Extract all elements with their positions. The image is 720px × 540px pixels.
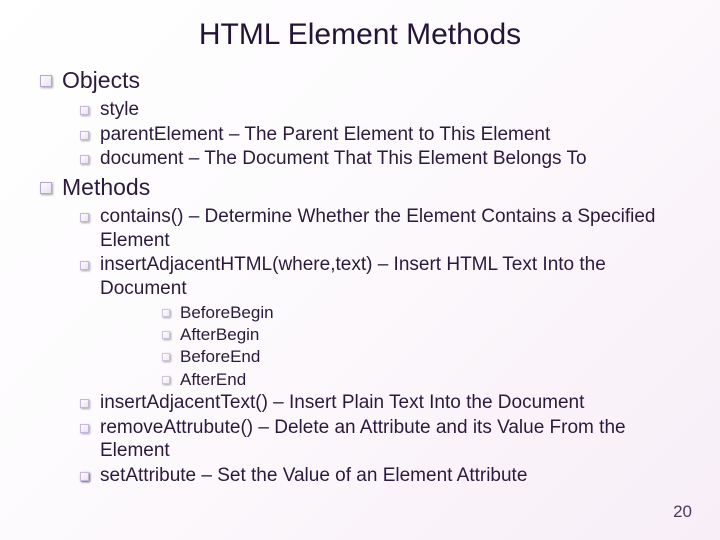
list-item: style bbox=[80, 98, 680, 122]
list-item: contains() – Determine Whether the Eleme… bbox=[80, 205, 680, 253]
list-item: parentElement – The Parent Element to Th… bbox=[80, 123, 680, 147]
section-heading: Methods bbox=[40, 173, 680, 202]
section-heading: Objects bbox=[40, 66, 680, 95]
list-item: BeforeBegin bbox=[162, 302, 680, 323]
outline-root: Objects style parentElement – The Parent… bbox=[40, 66, 680, 488]
page-number: 20 bbox=[673, 502, 692, 522]
methods-list: contains() – Determine Whether the Eleme… bbox=[80, 205, 680, 488]
list-item: AfterEnd bbox=[162, 369, 680, 390]
where-options-list: BeforeBegin AfterBegin BeforeEnd AfterEn… bbox=[162, 302, 680, 390]
list-item: insertAdjacentHTML(where,text) – Insert … bbox=[80, 253, 680, 301]
objects-list: style parentElement – The Parent Element… bbox=[80, 98, 680, 171]
list-item: removeAttrubute() – Delete an Attribute … bbox=[80, 416, 680, 464]
list-item: BeforeEnd bbox=[162, 346, 680, 367]
list-item: insertAdjacentText() – Insert Plain Text… bbox=[80, 391, 680, 415]
list-item: AfterBegin bbox=[162, 324, 680, 345]
list-item: setAttribute – Set the Value of an Eleme… bbox=[80, 464, 680, 488]
slide-title: HTML Element Methods bbox=[40, 18, 680, 52]
list-item: document – The Document That This Elemen… bbox=[80, 147, 680, 171]
